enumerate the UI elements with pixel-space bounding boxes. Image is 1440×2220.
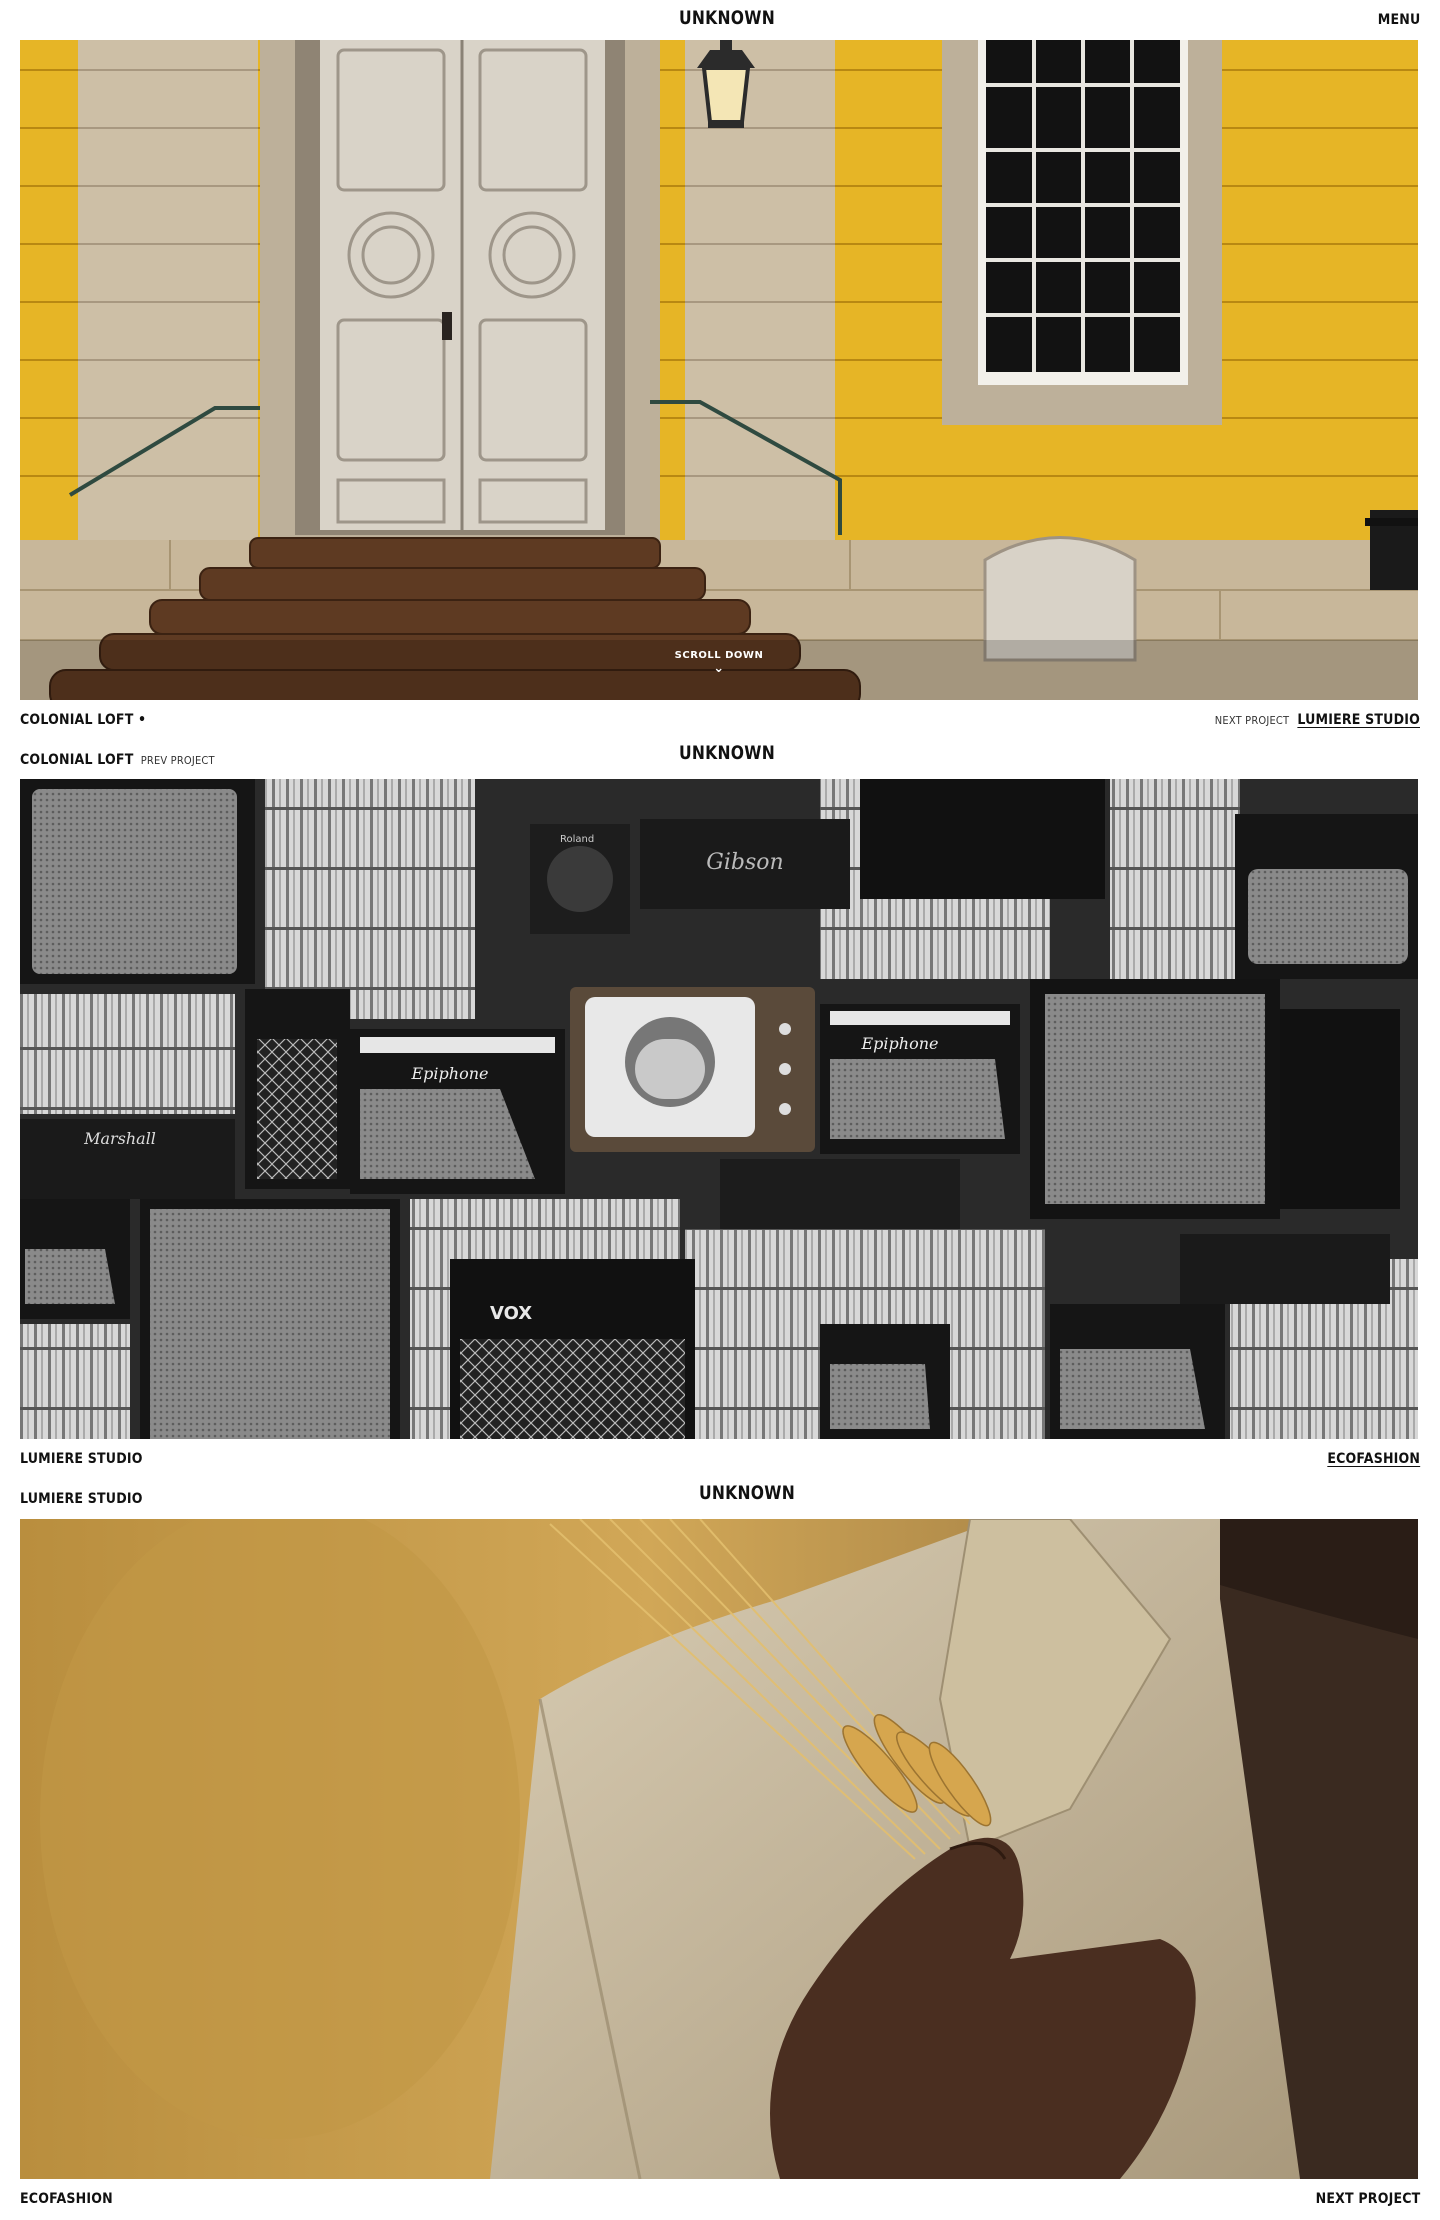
project-image-lumiere-studio[interactable]: Gibson Roland Epiphone Epiphone Marshall…: [20, 779, 1418, 1439]
next-project-label: NEXT PROJECT: [1214, 714, 1290, 727]
project-title-lumiere-studio: LUMIERE STUDIO: [20, 1451, 143, 1467]
prev-project-label: PREV PROJECT: [140, 754, 215, 767]
next-project-ecofashion-link[interactable]: ECOFASHION: [1327, 1451, 1420, 1467]
svg-text:Epiphone: Epiphone: [861, 1034, 939, 1053]
project-title-colonial-loft: COLONIAL LOFT •: [20, 712, 147, 728]
gibson-logo: Gibson: [706, 850, 783, 875]
prev-project-lumiere-link[interactable]: LUMIERE STUDIO: [20, 1491, 143, 1507]
project-image-colonial-loft[interactable]: SCROLL DOWN ⌄: [20, 40, 1418, 700]
facade-illustration: [20, 40, 1418, 700]
menu-button[interactable]: MENU: [1377, 12, 1420, 28]
site-logo-section2[interactable]: UNKNOWN: [679, 742, 775, 764]
scroll-down-label: SCROLL DOWN: [674, 650, 764, 661]
epiphone-logo: Epiphone: [411, 1064, 489, 1083]
prev-project-title[interactable]: COLONIAL LOFT: [20, 752, 133, 768]
project-title-ecofashion: ECOFASHION: [20, 2191, 113, 2207]
site-logo-section3[interactable]: UNKNOWN: [699, 1482, 795, 1504]
marshall-logo: Marshall: [83, 1129, 156, 1148]
vox-logo: VOX: [490, 1303, 532, 1324]
next-project-title[interactable]: LUMIERE STUDIO: [1297, 712, 1420, 728]
next-project-link-section3[interactable]: NEXT PROJECT: [1315, 2191, 1420, 2207]
site-logo[interactable]: UNKNOWN: [679, 7, 775, 29]
prev-project-link[interactable]: COLONIAL LOFT PREV PROJECT: [20, 752, 215, 768]
wheat-suit-illustration: [20, 1519, 1418, 2179]
chevron-down-icon: ⌄: [713, 661, 725, 676]
scroll-down-button[interactable]: SCROLL DOWN ⌄: [675, 650, 764, 675]
amps-wall-illustration: Gibson Roland Epiphone Epiphone Marshall…: [20, 779, 1418, 1439]
next-project-link[interactable]: NEXT PROJECT LUMIERE STUDIO: [1215, 712, 1420, 728]
project-image-ecofashion[interactable]: [20, 1519, 1418, 2179]
roland-logo: Roland: [560, 834, 594, 845]
